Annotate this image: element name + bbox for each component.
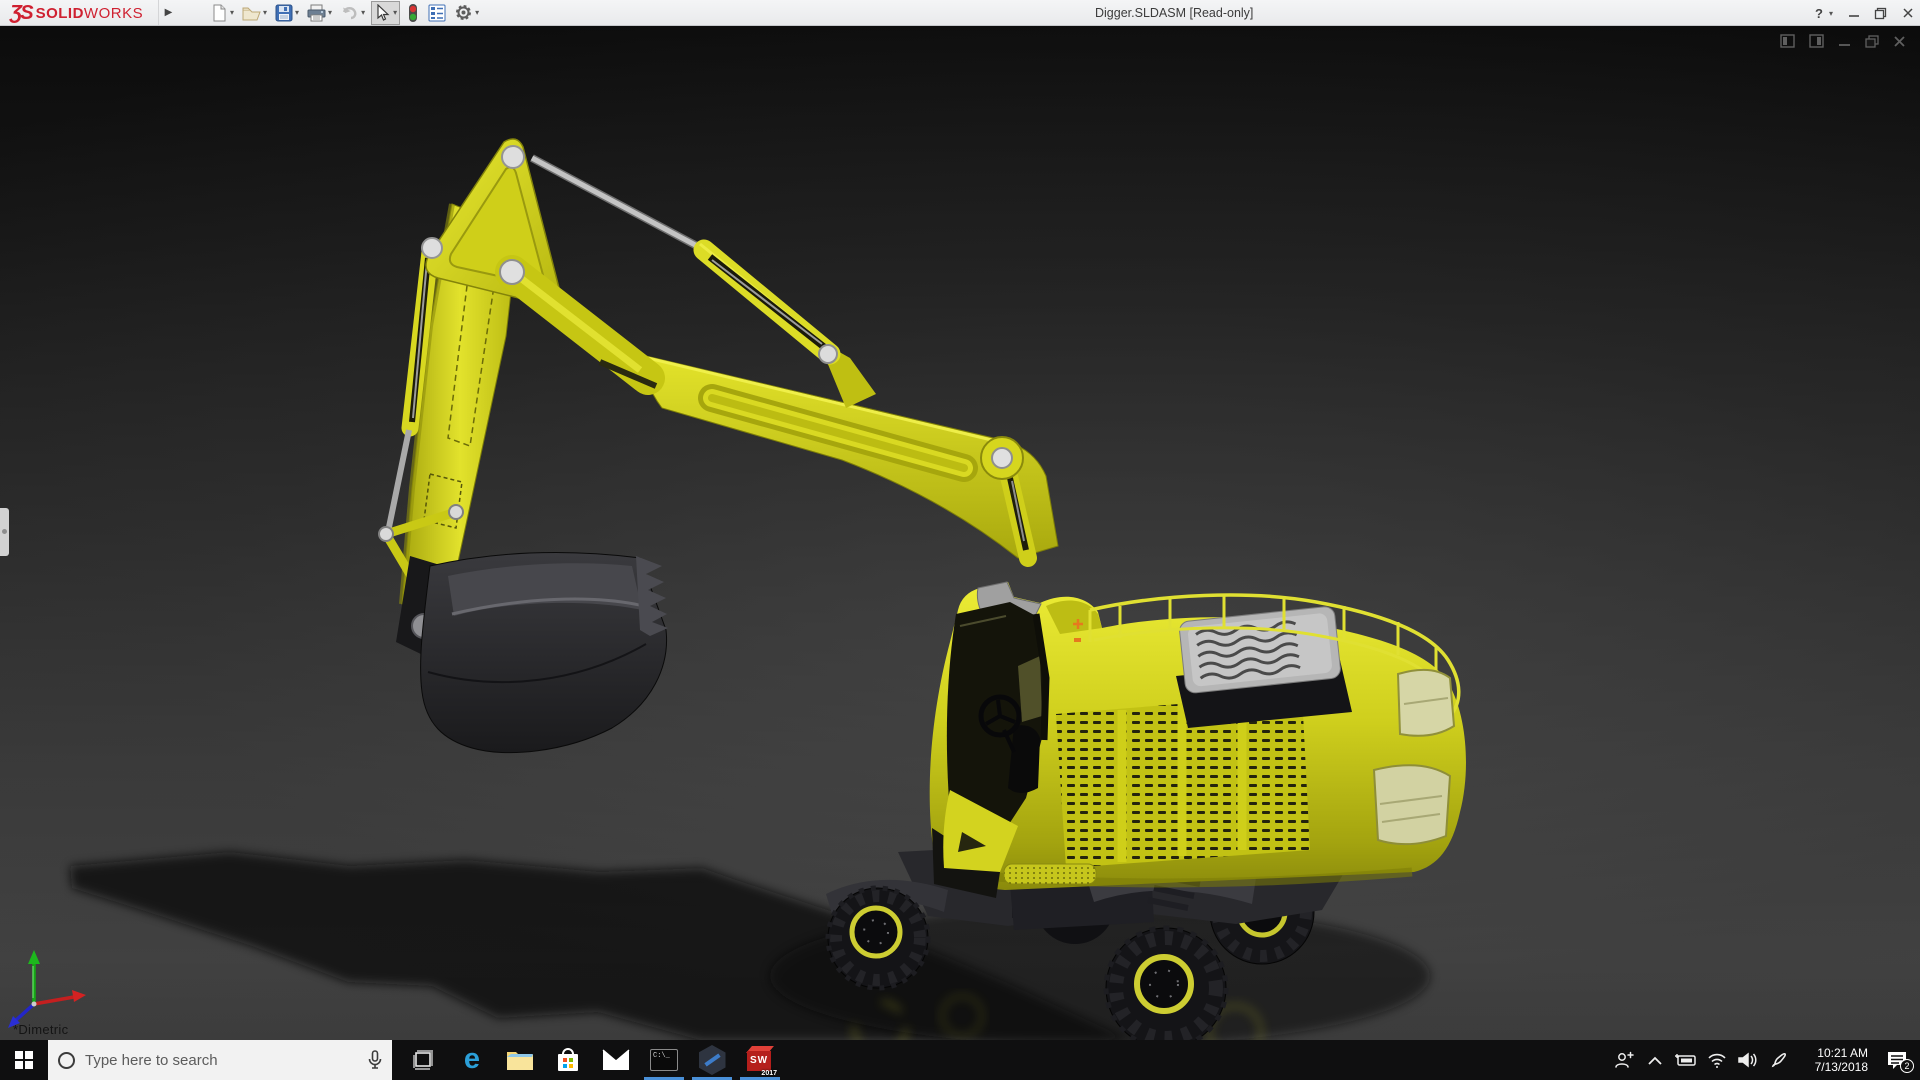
new-dropdown-caret-icon[interactable]: ▾	[230, 8, 234, 17]
view-orientation-label: *Dimetric	[13, 1022, 69, 1037]
step-tread	[1003, 863, 1097, 885]
microsoft-store-icon	[558, 1048, 578, 1071]
wheel-front-left[interactable]	[825, 885, 931, 991]
command-prompt-icon: C:\_	[650, 1049, 678, 1071]
restore-icon[interactable]	[1874, 7, 1887, 20]
plate-left-pin	[421, 237, 443, 259]
taskbar-clock[interactable]: 10:21 AM 7/13/2018	[1794, 1046, 1874, 1074]
taskbar-app-store[interactable]	[544, 1040, 592, 1080]
undo-button[interactable]: ▾	[338, 1, 367, 25]
undo-arrow-icon	[342, 6, 357, 19]
mail-icon	[602, 1049, 630, 1070]
taskbar-search-box[interactable]	[48, 1040, 392, 1080]
solidworks-logo-mark: ƷS	[10, 1, 34, 24]
close-icon[interactable]	[1901, 7, 1914, 20]
options-button[interactable]: ▾	[452, 1, 481, 25]
wifi-icon[interactable]	[1701, 1040, 1732, 1080]
taskbar-app-edge[interactable]: e	[448, 1040, 496, 1080]
minimize-icon[interactable]	[1847, 7, 1860, 20]
plate-apex-pin	[501, 145, 525, 169]
select-cursor-icon	[377, 3, 390, 21]
search-input[interactable]	[85, 1051, 358, 1069]
wheel-front-right[interactable]	[1103, 925, 1229, 1040]
file-properties-icon	[428, 4, 446, 21]
task-view-icon	[413, 1050, 433, 1070]
print-icon	[307, 4, 326, 21]
windows-taskbar: e	[0, 1040, 1920, 1080]
menu-flyout-arrow-icon[interactable]: ▶	[158, 0, 178, 25]
open-document-button[interactable]: ▾	[240, 1, 269, 25]
notification-badge: 2	[1900, 1059, 1914, 1073]
undo-dropdown-caret-icon[interactable]: ▾	[361, 8, 365, 17]
battery-icon[interactable]	[1670, 1040, 1701, 1080]
rebuild-button[interactable]	[404, 1, 422, 25]
solidworks-logo-works: WORKS	[83, 4, 144, 22]
taskbar-app-solidworks[interactable]: SW 2017	[736, 1040, 784, 1080]
file-properties-button[interactable]	[426, 1, 448, 25]
taskbar-app-command-prompt[interactable]: C:\_	[640, 1040, 688, 1080]
windows-logo-icon	[15, 1051, 33, 1069]
plate-mid-pin	[499, 259, 525, 285]
select-tool-button[interactable]: ▾	[371, 0, 401, 25]
volume-icon[interactable]	[1732, 1040, 1763, 1080]
document-title: Digger.SLDASM [Read-only]	[1095, 6, 1254, 20]
save-dropdown-caret-icon[interactable]: ▾	[295, 8, 299, 17]
title-bar: ƷS SOLID WORKS ▶ ▾ ▾ ▾ ▾ ▾ ▾ ▾ Digger.SL…	[0, 0, 1920, 26]
rebuild-traffic-light-icon	[409, 3, 418, 22]
quick-access-toolbar: ▾ ▾ ▾ ▾ ▾ ▾ ▾	[208, 0, 485, 25]
system-tray: 10:21 AM 7/13/2018 2	[1608, 1040, 1920, 1080]
edge-icon: e	[463, 1042, 481, 1075]
new-document-button[interactable]: ▾	[208, 1, 236, 25]
bucket[interactable]	[396, 551, 668, 754]
open-folder-icon	[242, 7, 261, 20]
side-vents	[1056, 694, 1310, 868]
pen-icon[interactable]	[1763, 1040, 1794, 1080]
task-view-button[interactable]	[400, 1040, 448, 1080]
options-dropdown-caret-icon[interactable]: ▾	[475, 8, 479, 17]
solidworks-logo: ƷS SOLID WORKS	[10, 2, 143, 24]
clock-date: 7/13/2018	[1814, 1060, 1868, 1074]
orientation-triad[interactable]	[8, 950, 86, 1028]
taskbar-app-mail[interactable]	[592, 1040, 640, 1080]
model-scene[interactable]	[0, 26, 1920, 1040]
taskbar-app-hexagon[interactable]	[688, 1040, 736, 1080]
action-center-button[interactable]: 2	[1874, 1040, 1920, 1080]
taskbar-app-file-explorer[interactable]	[496, 1040, 544, 1080]
print-button[interactable]: ▾	[305, 1, 334, 25]
help-dropdown-caret-icon[interactable]: ▾	[1829, 9, 1833, 18]
microphone-icon[interactable]	[368, 1050, 382, 1070]
cortana-icon	[58, 1051, 75, 1069]
window-controls: ? ▾	[1815, 0, 1914, 26]
graphics-viewport[interactable]: *Dimetric	[0, 26, 1920, 1040]
clock-time: 10:21 AM	[1817, 1046, 1868, 1060]
tray-chevron-up-icon[interactable]	[1639, 1040, 1670, 1080]
save-button[interactable]: ▾	[273, 1, 301, 25]
open-dropdown-caret-icon[interactable]: ▾	[263, 8, 267, 17]
start-button[interactable]	[0, 1040, 48, 1080]
solidworks-logo-solid: SOLID	[35, 4, 84, 22]
print-dropdown-caret-icon[interactable]: ▾	[328, 8, 332, 17]
options-gear-icon	[456, 5, 472, 20]
solidworks-2017-icon: SW 2017	[746, 1046, 777, 1077]
select-dropdown-caret-icon[interactable]: ▾	[393, 8, 397, 17]
solidworks-app-window: ƷS SOLID WORKS ▶ ▾ ▾ ▾ ▾ ▾ ▾ ▾ Digger.SL…	[0, 0, 1920, 1080]
hexagon-app-icon	[698, 1045, 726, 1075]
help-icon[interactable]: ?	[1815, 6, 1823, 21]
people-icon[interactable]	[1608, 1040, 1639, 1080]
save-floppy-icon	[275, 4, 293, 21]
file-explorer-icon	[507, 1052, 533, 1070]
new-document-icon	[213, 4, 226, 21]
